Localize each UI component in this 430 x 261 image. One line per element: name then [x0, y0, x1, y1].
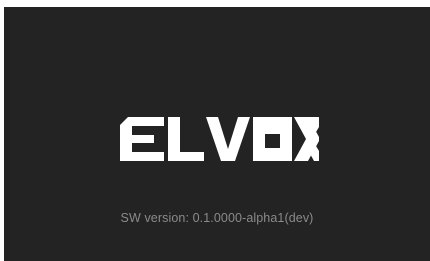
- splash-screen: SW version: 0.1.0000-alpha1(dev): [4, 7, 430, 261]
- elvox-logo: [120, 113, 319, 165]
- sw-version-label: SW version: 0.1.0000-alpha1(dev): [120, 211, 314, 225]
